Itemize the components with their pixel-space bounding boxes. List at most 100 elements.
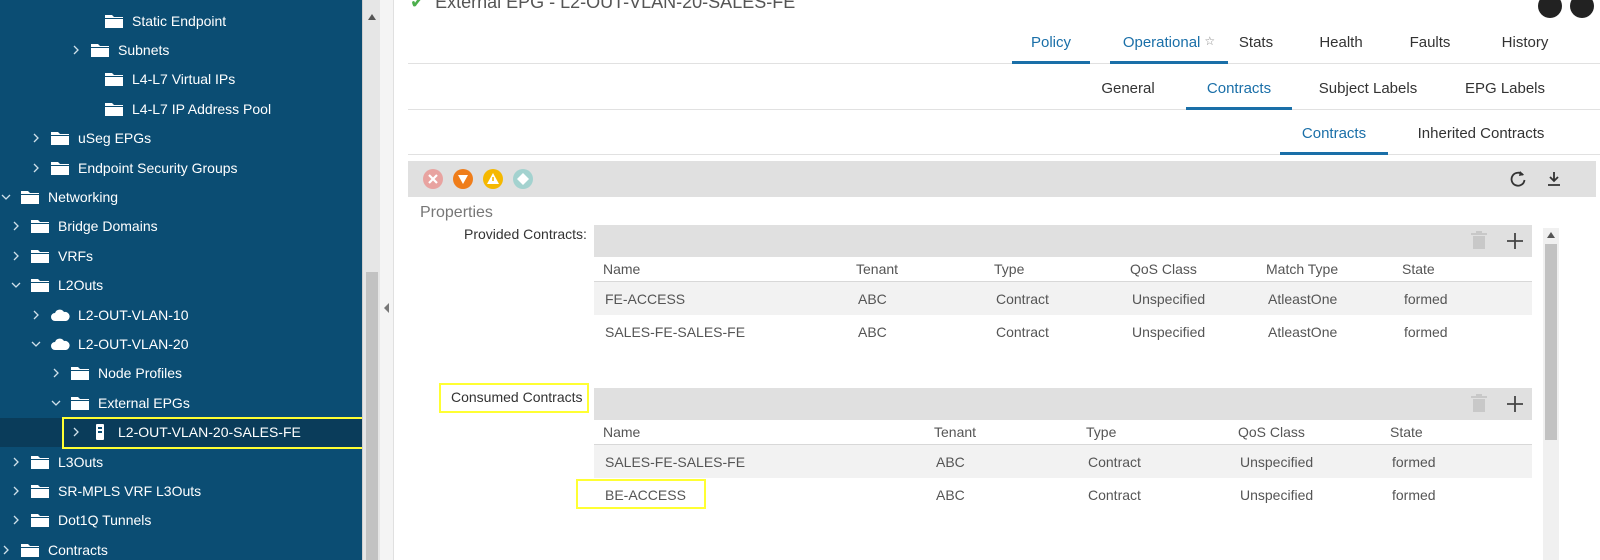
main-scrollbar[interactable] [1543, 228, 1559, 560]
column-header[interactable]: Name [603, 424, 640, 440]
chevron-right-icon[interactable] [10, 514, 22, 526]
sidebar-scrollbar[interactable] [362, 0, 380, 560]
tab-subject-labels[interactable]: Subject Labels [1308, 80, 1428, 107]
tree-item-contracts[interactable]: Contracts [0, 535, 362, 560]
tab-policy[interactable]: Policy [1012, 34, 1090, 64]
tree-item-sr-mpls-vrf-l3outs[interactable]: SR-MPLS VRF L3Outs [0, 476, 362, 505]
tree-item-static-endpoint[interactable]: Static Endpoint [0, 6, 362, 35]
table-cell: formed [1404, 323, 1448, 340]
tree-item-external-epgs[interactable]: External EPGs [0, 388, 362, 417]
chevron-right-icon[interactable] [30, 162, 42, 174]
tree-item-bridge-domains[interactable]: Bridge Domains [0, 212, 362, 241]
chevron-right-icon[interactable] [10, 220, 22, 232]
chevron-down-icon[interactable] [0, 191, 12, 203]
chevron-right-icon[interactable] [70, 44, 82, 56]
major-fault-icon[interactable] [452, 168, 474, 190]
table-cell: SALES-FE-SALES-FE [605, 453, 746, 470]
panel-splitter[interactable] [380, 0, 394, 560]
header-actions [1538, 0, 1594, 18]
tab-contracts-sub[interactable]: Contracts [1280, 125, 1388, 155]
table-cell: ABC [858, 290, 887, 307]
tree-item-l4-l7-ip-address-pool[interactable]: L4-L7 IP Address Pool [0, 94, 362, 123]
delete-trash-icon[interactable] [1470, 394, 1488, 414]
chevron-right-icon[interactable] [30, 132, 42, 144]
tab-contracts[interactable]: Contracts [1186, 80, 1292, 110]
collapse-arrow-icon[interactable] [384, 303, 389, 313]
add-plus-icon[interactable] [1504, 230, 1526, 252]
column-header[interactable]: Name [603, 261, 640, 277]
tree-item-l4-l7-virtual-ips[interactable]: L4-L7 Virtual IPs [0, 65, 362, 94]
table-cell: Unspecified [1240, 486, 1314, 503]
chevron-down-icon[interactable] [30, 338, 42, 350]
tree-item-useg-epgs[interactable]: uSeg EPGs [0, 124, 362, 153]
tab-faults[interactable]: Faults [1398, 34, 1462, 61]
chevron-right-icon[interactable] [50, 367, 62, 379]
chevron-right-icon[interactable] [30, 309, 42, 321]
tree-item-label: uSeg EPGs [78, 130, 152, 147]
tree-item-vrfs[interactable]: VRFs [0, 241, 362, 270]
column-header[interactable]: QoS Class [1238, 424, 1305, 440]
scroll-up-arrow-icon[interactable] [1547, 232, 1555, 238]
critical-fault-icon[interactable] [422, 168, 444, 190]
folder-icon [70, 395, 90, 411]
warning-fault-icon[interactable] [512, 168, 534, 190]
help-icon[interactable] [1570, 0, 1594, 18]
favorite-star-icon[interactable]: ☆ [1204, 34, 1215, 48]
add-plus-icon[interactable] [1504, 393, 1526, 415]
folder-icon [30, 483, 50, 499]
main-scroll-thumb[interactable] [1545, 244, 1557, 440]
table-row[interactable]: FE-ACCESS ABC Contract Unspecified AtleastOn… [594, 282, 1532, 315]
tab-stats[interactable]: Stats [1228, 34, 1284, 61]
tree-item-dot1q-tunnels[interactable]: Dot1Q Tunnels [0, 506, 362, 535]
table-row[interactable]: SALES-FE-SALES-FE ABC Contract Unspecified f… [594, 445, 1532, 478]
properties-heading: Properties [420, 204, 493, 221]
folder-icon [104, 13, 124, 29]
chevron-right-icon[interactable] [10, 456, 22, 468]
chevron-right-icon[interactable] [10, 250, 22, 262]
tab-health[interactable]: Health [1306, 34, 1376, 61]
download-icon[interactable] [1544, 169, 1564, 189]
column-header[interactable]: State [1390, 424, 1423, 440]
tree-item-endpoint-security-groups[interactable]: Endpoint Security Groups [0, 153, 362, 182]
table-cell: formed [1392, 486, 1436, 503]
chevron-right-icon[interactable] [0, 544, 12, 556]
tree-item-subnets[interactable]: Subnets [0, 35, 362, 64]
cloud-icon [50, 307, 70, 323]
tab-operational[interactable]: Operational ☆ [1110, 34, 1228, 64]
column-header[interactable]: Tenant [934, 424, 976, 440]
column-header[interactable]: Tenant [856, 261, 898, 277]
tree-item-node-profiles[interactable]: Node Profiles [0, 359, 362, 388]
chevron-down-icon[interactable] [50, 397, 62, 409]
tree-item-networking[interactable]: Networking [0, 182, 362, 211]
minor-fault-icon[interactable] [482, 168, 504, 190]
table-row[interactable]: SALES-FE-SALES-FE ABC Contract Unspecified A… [594, 315, 1532, 348]
table-row[interactable]: BE-ACCESS ABC Contract Unspecified formed [594, 478, 1532, 511]
tab-history[interactable]: History [1488, 34, 1562, 61]
tab-inherited-contracts[interactable]: Inherited Contracts [1402, 125, 1560, 152]
delete-trash-icon[interactable] [1470, 231, 1488, 251]
column-header[interactable]: QoS Class [1130, 261, 1197, 277]
column-header[interactable]: Type [1086, 424, 1116, 440]
column-header[interactable]: State [1402, 261, 1435, 277]
tree-item-l2outs[interactable]: L2Outs [0, 271, 362, 300]
tree-item-label: L4-L7 Virtual IPs [132, 71, 236, 88]
tree-item-l2-out-vlan-20[interactable]: L2-OUT-VLAN-20 [0, 329, 362, 358]
sidebar-scroll-thumb[interactable] [366, 272, 378, 560]
tree-item-l3outs[interactable]: L3Outs [0, 447, 362, 476]
tab-general[interactable]: General [1088, 80, 1168, 107]
folder-icon [90, 42, 110, 58]
tree-item-l2-out-vlan-10[interactable]: L2-OUT-VLAN-10 [0, 300, 362, 329]
column-header[interactable]: Type [994, 261, 1024, 277]
folder-icon [50, 130, 70, 146]
scroll-up-arrow-icon[interactable] [368, 14, 376, 20]
bookmark-icon[interactable] [1538, 0, 1562, 18]
tab-epg-labels[interactable]: EPG Labels [1454, 80, 1556, 107]
provided-contracts-table: Name Tenant Type QoS Class Match Type State F… [594, 225, 1532, 400]
refresh-icon[interactable] [1508, 169, 1528, 189]
chevron-right-icon[interactable] [10, 485, 22, 497]
folder-icon [104, 71, 124, 87]
table-cell: SALES-FE-SALES-FE [605, 323, 746, 340]
chevron-down-icon[interactable] [10, 279, 22, 291]
column-header[interactable]: Match Type [1266, 261, 1338, 277]
